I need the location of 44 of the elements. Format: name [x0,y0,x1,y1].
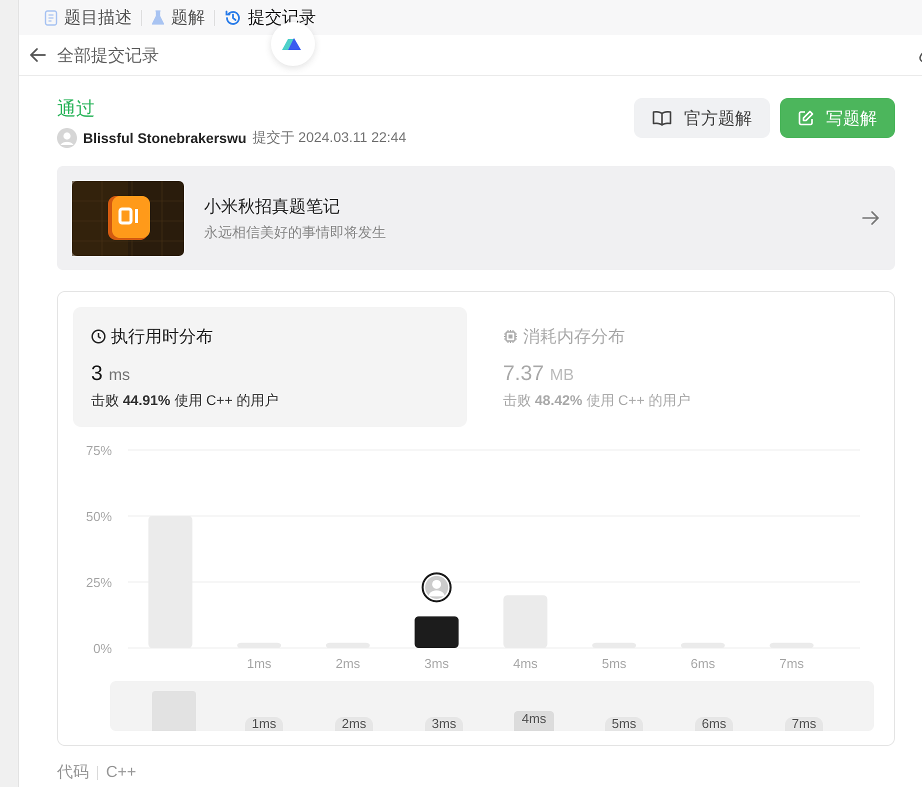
tab[interactable]: 题解 [142,4,214,30]
range-navigator[interactable]: 1ms 2ms 3ms 4ms 5ms 6ms 7ms [110,681,874,731]
y-tick-label: 25% [86,575,112,590]
language-label: C++ [106,764,136,782]
official-solution-button[interactable]: 官方题解 [634,98,770,138]
navigator-label: 2ms [334,717,374,731]
navigator-label: 5ms [604,717,644,731]
history-icon [224,8,242,26]
y-tick-label: 75% [86,443,112,458]
metric-tab[interactable]: 执行用时分布 3 ms 击败 44.91% 使用 C++ 的用户 [73,307,467,427]
navigator-label: 1ms [244,717,284,731]
user-name[interactable]: Blissful Stonebrakerswu [83,130,246,146]
mini-bar [152,691,196,731]
banner-card[interactable]: 小米秋招真题笔记 永远相信美好的事情即将发生 [57,166,895,270]
navigator-label: 7ms [784,717,824,731]
x-tick-label: 4ms [513,656,538,671]
arrow-right-icon[interactable] [862,210,880,226]
y-tick-label: 0% [93,641,112,656]
tab[interactable]: 题目描述 [35,4,141,30]
code-label: 代码 [57,763,89,783]
navigator-label: 3ms [424,717,464,731]
status-text: 通过 [57,98,96,122]
x-tick-label: 3ms [424,656,449,671]
submit-time: 提交于 2024.03.11 22:44 [252,129,406,147]
avatar-icon [57,128,77,148]
banner-title: 小米秋招真题笔记 [204,196,341,218]
document-icon [44,10,58,26]
y-tick-label: 50% [86,509,112,524]
x-tick-label: 6ms [690,656,716,671]
clock-icon [91,329,106,344]
banner-subtitle: 永远相信美好的事情即将发生 [204,224,387,242]
flask-icon [151,10,165,26]
navigator-label: 4ms [514,711,554,731]
x-tick-label: 5ms [602,656,626,671]
x-tick-label: 7ms [779,656,804,671]
x-tick-label: 1ms [246,656,272,671]
highlighted-bar[interactable] [414,616,459,648]
chip-icon [503,329,518,344]
avatar-icon [422,572,452,602]
x-tick-label: 2ms [336,656,360,671]
book-icon [652,110,672,126]
page-title: 全部提交记录 [57,44,159,66]
back-button[interactable] [29,47,47,63]
navigator-label: 6ms [694,717,734,731]
